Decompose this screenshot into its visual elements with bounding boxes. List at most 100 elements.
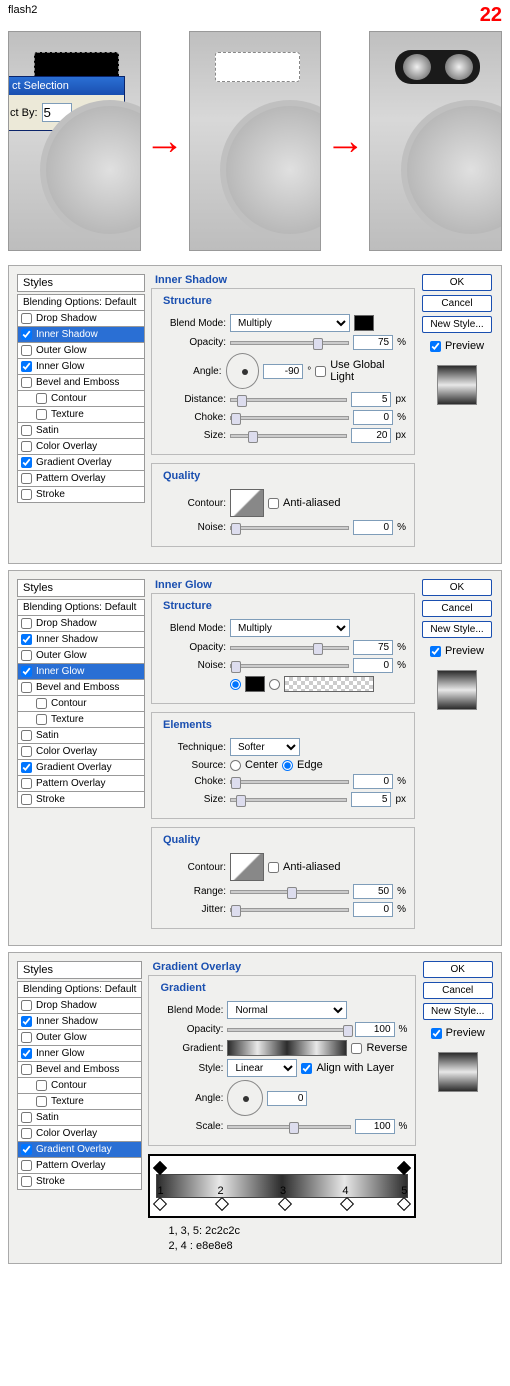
blend-mode-select[interactable]: Multiply [230, 314, 350, 332]
color-radio[interactable] [230, 679, 241, 690]
style-checkbox[interactable] [21, 1128, 32, 1139]
reverse-checkbox[interactable] [351, 1043, 362, 1054]
opacity-input[interactable] [353, 335, 393, 350]
style-item-pattern-overlay[interactable]: Pattern Overlay [17, 776, 145, 792]
style-item-bevel-and-emboss[interactable]: Bevel and Emboss [17, 375, 145, 391]
distance-input[interactable] [351, 392, 391, 407]
scale-input[interactable] [355, 1119, 395, 1134]
style-checkbox[interactable] [21, 730, 32, 741]
size-slider[interactable] [230, 798, 347, 802]
style-checkbox[interactable] [36, 409, 47, 420]
contour-preset[interactable] [230, 489, 264, 517]
opacity-input[interactable] [355, 1022, 395, 1037]
style-checkbox[interactable] [21, 666, 32, 677]
style-item-inner-glow[interactable]: Inner Glow [17, 1046, 142, 1062]
color-swatch[interactable] [245, 676, 265, 692]
style-checkbox[interactable] [21, 313, 32, 324]
style-checkbox[interactable] [21, 345, 32, 356]
style-select[interactable]: Linear [227, 1059, 297, 1077]
style-item-gradient-overlay[interactable]: Gradient Overlay [17, 455, 145, 471]
style-item-inner-glow[interactable]: Inner Glow [17, 664, 145, 680]
source-edge-radio[interactable] [282, 760, 293, 771]
style-checkbox[interactable] [21, 329, 32, 340]
style-item-stroke[interactable]: Stroke [17, 1174, 142, 1190]
style-checkbox[interactable] [21, 778, 32, 789]
ok-button[interactable]: OK [423, 961, 493, 978]
style-item-texture[interactable]: Texture [17, 407, 145, 423]
style-item-bevel-and-emboss[interactable]: Bevel and Emboss [17, 680, 145, 696]
style-item-gradient-overlay[interactable]: Gradient Overlay [17, 760, 145, 776]
angle-input[interactable] [267, 1091, 307, 1106]
preview-checkbox[interactable] [431, 1028, 442, 1039]
blending-options[interactable]: Blending Options: Default [17, 981, 142, 998]
noise-input[interactable] [353, 520, 393, 535]
style-checkbox[interactable] [21, 682, 32, 693]
style-item-texture[interactable]: Texture [17, 1094, 142, 1110]
distance-slider[interactable] [230, 398, 347, 402]
gradient-radio[interactable] [269, 679, 280, 690]
choke-input[interactable] [353, 774, 393, 789]
style-checkbox[interactable] [21, 489, 32, 500]
gradient-bar[interactable]: 1 2 3 4 5 [156, 1174, 408, 1198]
new-style-button[interactable]: New Style... [422, 621, 492, 638]
cancel-button[interactable]: Cancel [422, 600, 492, 617]
style-item-drop-shadow[interactable]: Drop Shadow [17, 998, 142, 1014]
antialiased-checkbox[interactable] [268, 498, 279, 509]
size-input[interactable] [351, 428, 391, 443]
technique-select[interactable]: Softer [230, 738, 300, 756]
blending-options[interactable]: Blending Options: Default [17, 599, 145, 616]
source-center-radio[interactable] [230, 760, 241, 771]
style-item-inner-shadow[interactable]: Inner Shadow [17, 1014, 142, 1030]
style-item-texture[interactable]: Texture [17, 712, 145, 728]
style-checkbox[interactable] [21, 794, 32, 805]
style-checkbox[interactable] [21, 618, 32, 629]
style-checkbox[interactable] [21, 457, 32, 468]
contour-preset[interactable] [230, 853, 264, 881]
style-checkbox[interactable] [36, 714, 47, 725]
color-swatch[interactable] [354, 315, 374, 331]
style-checkbox[interactable] [21, 1016, 32, 1027]
style-item-inner-shadow[interactable]: Inner Shadow [17, 327, 145, 343]
style-item-drop-shadow[interactable]: Drop Shadow [17, 616, 145, 632]
style-checkbox[interactable] [21, 441, 32, 452]
range-input[interactable] [353, 884, 393, 899]
preview-checkbox[interactable] [430, 341, 441, 352]
ok-button[interactable]: OK [422, 579, 492, 596]
jitter-slider[interactable] [230, 908, 349, 912]
style-checkbox[interactable] [36, 1080, 47, 1091]
noise-slider[interactable] [230, 664, 349, 668]
choke-input[interactable] [353, 410, 393, 425]
opacity-input[interactable] [353, 640, 393, 655]
style-item-pattern-overlay[interactable]: Pattern Overlay [17, 471, 145, 487]
style-item-stroke[interactable]: Stroke [17, 792, 145, 808]
style-checkbox[interactable] [21, 1144, 32, 1155]
blend-mode-select[interactable]: Normal [227, 1001, 347, 1019]
noise-slider[interactable] [230, 526, 349, 530]
style-item-outer-glow[interactable]: Outer Glow [17, 1030, 142, 1046]
styles-header[interactable]: Styles [17, 961, 142, 979]
choke-slider[interactable] [230, 416, 349, 420]
style-item-color-overlay[interactable]: Color Overlay [17, 439, 145, 455]
style-item-inner-glow[interactable]: Inner Glow [17, 359, 145, 375]
style-item-contour[interactable]: Contour [17, 1078, 142, 1094]
styles-header[interactable]: Styles [17, 579, 145, 597]
choke-slider[interactable] [230, 780, 349, 784]
range-slider[interactable] [230, 890, 349, 894]
style-item-color-overlay[interactable]: Color Overlay [17, 1126, 142, 1142]
style-checkbox[interactable] [21, 746, 32, 757]
cancel-button[interactable]: Cancel [423, 982, 493, 999]
new-style-button[interactable]: New Style... [422, 316, 492, 333]
style-item-satin[interactable]: Satin [17, 423, 145, 439]
style-checkbox[interactable] [36, 1096, 47, 1107]
jitter-input[interactable] [353, 902, 393, 917]
styles-header[interactable]: Styles [17, 274, 145, 292]
style-checkbox[interactable] [21, 361, 32, 372]
opacity-slider[interactable] [227, 1028, 350, 1032]
cancel-button[interactable]: Cancel [422, 295, 492, 312]
angle-input[interactable] [263, 364, 303, 379]
style-checkbox[interactable] [21, 377, 32, 388]
style-checkbox[interactable] [21, 1160, 32, 1171]
style-item-gradient-overlay[interactable]: Gradient Overlay [17, 1142, 142, 1158]
style-item-contour[interactable]: Contour [17, 696, 145, 712]
blend-mode-select[interactable]: Multiply [230, 619, 350, 637]
